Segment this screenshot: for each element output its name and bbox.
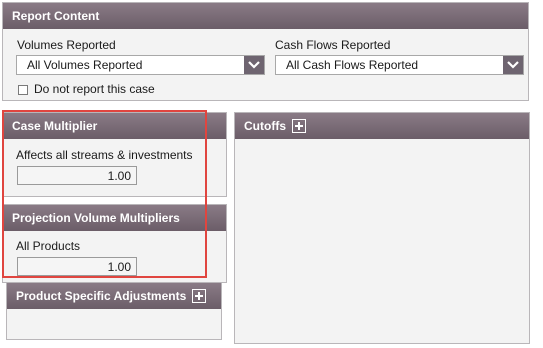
report-content-panel: Report Content Volumes Reported All Volu…	[2, 2, 529, 101]
add-icon[interactable]	[192, 289, 207, 303]
cash-flows-reported-dropdown[interactable]: All Cash Flows Reported	[275, 55, 524, 75]
volumes-reported-label: Volumes Reported	[17, 38, 116, 52]
cutoffs-header: Cutoffs	[235, 113, 529, 139]
report-content-header: Report Content	[3, 3, 528, 29]
report-content-title: Report Content	[12, 9, 100, 23]
chevron-down-icon[interactable]	[244, 56, 264, 74]
cutoffs-title: Cutoffs	[244, 119, 286, 133]
volumes-reported-value: All Volumes Reported	[27, 58, 143, 72]
volumes-reported-dropdown[interactable]: All Volumes Reported	[16, 55, 265, 75]
chevron-down-icon[interactable]	[503, 56, 523, 74]
cash-flows-reported-label: Cash Flows Reported	[275, 38, 391, 52]
add-icon[interactable]	[292, 119, 306, 133]
cash-flows-reported-value: All Cash Flows Reported	[286, 58, 419, 72]
cutoffs-panel: Cutoffs	[234, 112, 530, 344]
do-not-report-checkbox[interactable]	[18, 85, 28, 95]
product-specific-adjustments-panel: Product Specific Adjustments	[6, 282, 222, 340]
product-specific-adjustments-title: Product Specific Adjustments	[16, 289, 187, 303]
highlight-box	[2, 110, 207, 278]
product-specific-adjustments-header: Product Specific Adjustments	[7, 283, 221, 309]
do-not-report-label: Do not report this case	[34, 82, 155, 96]
